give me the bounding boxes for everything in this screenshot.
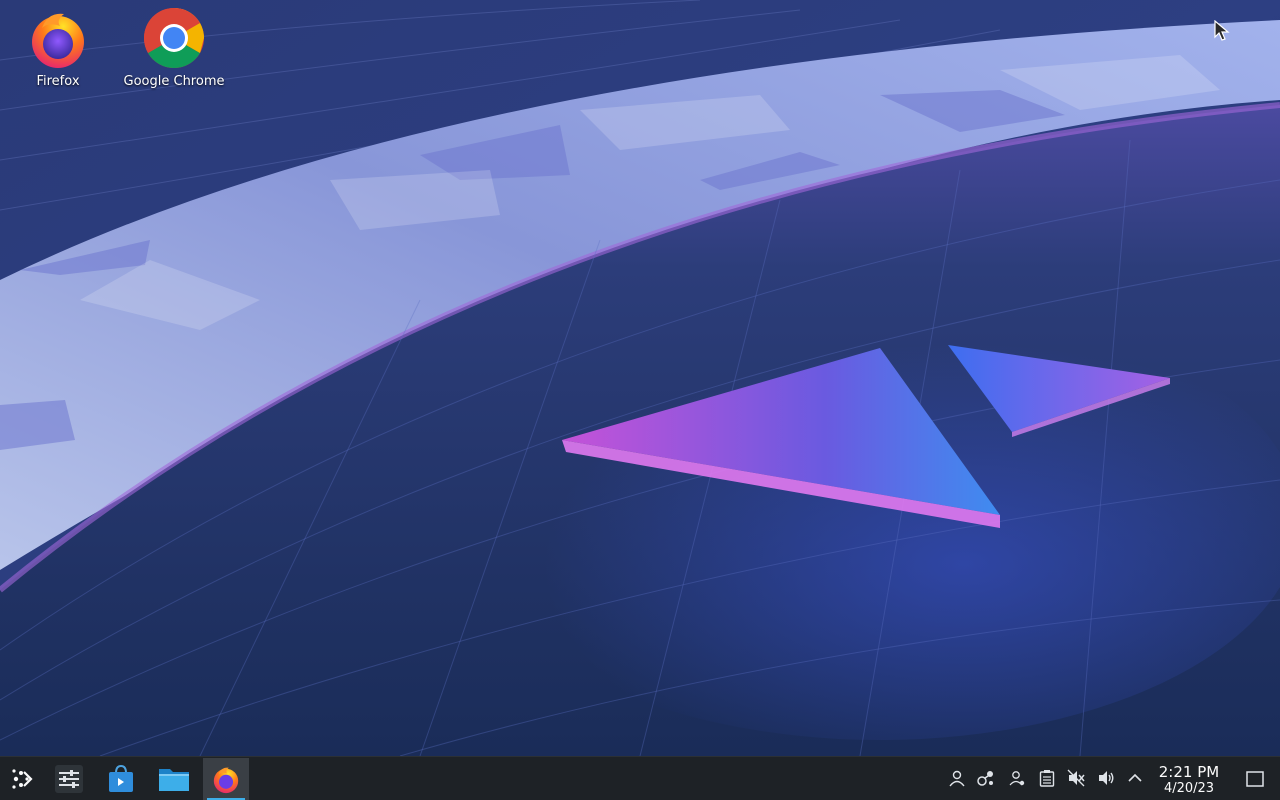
desktop-icon-firefox[interactable]: Firefox [0,6,116,89]
application-launcher-icon [12,769,33,789]
clipboard-icon [1039,770,1055,787]
clock-date: 4/20/23 [1163,781,1215,796]
show-desktop-button[interactable] [1242,766,1268,792]
expand-tray-icon [1128,773,1142,782]
clock-time: 2:21 PM [1158,763,1220,781]
taskbar-panel: 2:21 PM 4/20/23 [0,756,1280,800]
user-icon [949,770,965,787]
mic-muted-icon [1067,769,1085,787]
task-system-settings[interactable] [46,758,92,800]
firefox-icon [213,767,239,794]
settings-sliders-icon [55,765,83,793]
shopping-bag-icon [109,764,133,792]
application-launcher-button[interactable] [0,758,46,800]
tray-expand-button[interactable] [1123,766,1147,790]
show-desktop-icon [1246,771,1264,787]
task-dolphin[interactable] [151,758,197,800]
tray-clipboard-button[interactable] [1035,766,1059,790]
task-firefox[interactable] [203,758,249,800]
chrome-icon [142,6,206,70]
tray-microphone-button[interactable] [1064,766,1088,790]
tray-user-button[interactable] [945,766,969,790]
desktop-icon-google-chrome[interactable]: Google Chrome [116,6,232,89]
task-discover[interactable] [98,758,144,800]
volume-icon [1099,771,1114,785]
tray-accounts-button[interactable] [1005,766,1029,790]
folder-icon [159,769,189,791]
tray-network-button[interactable] [974,766,998,790]
mouse-cursor-icon [1214,20,1230,41]
desktop-icon-label: Google Chrome [123,74,225,89]
desktop-icon-label: Firefox [36,74,80,89]
desktop-wallpaper[interactable] [0,0,1280,756]
tray-volume-button[interactable] [1094,766,1118,790]
firefox-icon [26,6,90,70]
accounts-icon [1009,771,1025,786]
digital-clock[interactable]: 2:21 PM 4/20/23 [1150,763,1228,797]
network-icon [977,771,993,786]
